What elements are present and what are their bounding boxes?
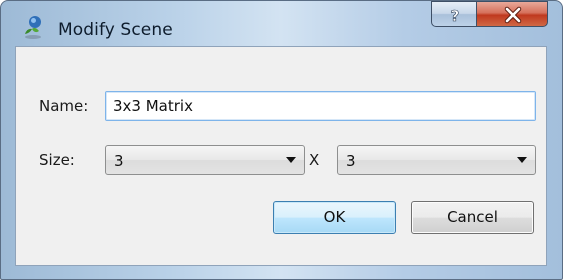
dialog-body: Name: Size: 3 X 3 OK Cancel — [15, 46, 547, 266]
chevron-down-icon — [286, 157, 296, 163]
help-icon: ? — [450, 7, 460, 26]
size-rows-value: 3 — [114, 152, 124, 170]
title-bar[interactable]: Modify Scene ? — [1, 1, 562, 46]
name-input[interactable] — [105, 91, 536, 121]
name-label: Name: — [39, 97, 89, 115]
size-cols-select[interactable]: 3 — [337, 145, 536, 175]
size-rows-select[interactable]: 3 — [105, 145, 305, 175]
close-icon — [504, 6, 522, 24]
window-title: Modify Scene — [58, 20, 173, 40]
modify-scene-dialog: Modify Scene ? Name: Size: 3 X 3 OK Canc… — [0, 0, 563, 280]
help-button[interactable]: ? — [431, 1, 477, 27]
size-label: Size: — [39, 151, 75, 169]
size-cols-value: 3 — [346, 152, 356, 170]
ok-button[interactable]: OK — [273, 201, 396, 234]
chevron-down-icon — [517, 157, 527, 163]
cancel-button[interactable]: Cancel — [411, 201, 534, 234]
scene-app-icon — [21, 14, 47, 40]
svg-text:?: ? — [451, 7, 460, 25]
size-separator: X — [309, 151, 320, 169]
close-button[interactable] — [476, 1, 548, 27]
